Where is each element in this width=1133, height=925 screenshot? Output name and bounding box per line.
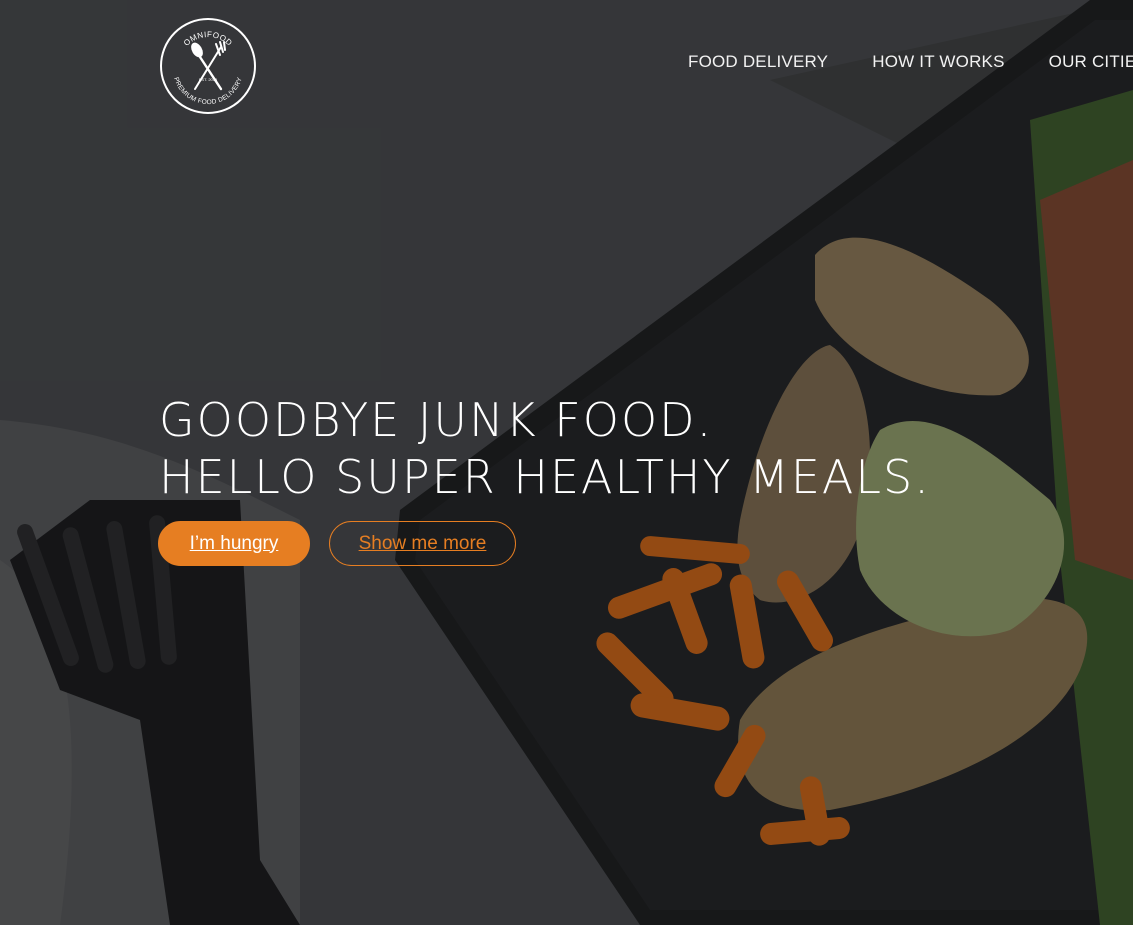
- nav-item-food-delivery[interactable]: FOOD DELIVERY: [688, 52, 828, 72]
- main-nav: FOOD DELIVERY HOW IT WORKS OUR CITIES: [688, 52, 1133, 72]
- nav-item-how-it-works[interactable]: HOW IT WORKS: [872, 52, 1004, 72]
- hero-headline: GOODBYE JUNK FOOD. HELLO SUPER HEALTHY M…: [159, 392, 931, 506]
- headline-line-1: GOODBYE JUNK FOOD.: [159, 393, 714, 447]
- im-hungry-button[interactable]: I’m hungry: [158, 521, 310, 566]
- show-me-more-button[interactable]: Show me more: [329, 521, 516, 566]
- headline-line-2: HELLO SUPER HEALTHY MEALS.: [159, 450, 931, 504]
- hero-section: OMNIFOOD PREMIUM FOOD DELIVERY EST. 2016…: [0, 0, 1133, 925]
- svg-text:OMNIFOOD: OMNIFOOD: [182, 30, 234, 48]
- omnifood-logo[interactable]: OMNIFOOD PREMIUM FOOD DELIVERY EST. 2016: [159, 17, 257, 115]
- svg-text:EST. 2016: EST. 2016: [199, 77, 218, 82]
- nav-item-our-cities[interactable]: OUR CITIES: [1049, 52, 1133, 72]
